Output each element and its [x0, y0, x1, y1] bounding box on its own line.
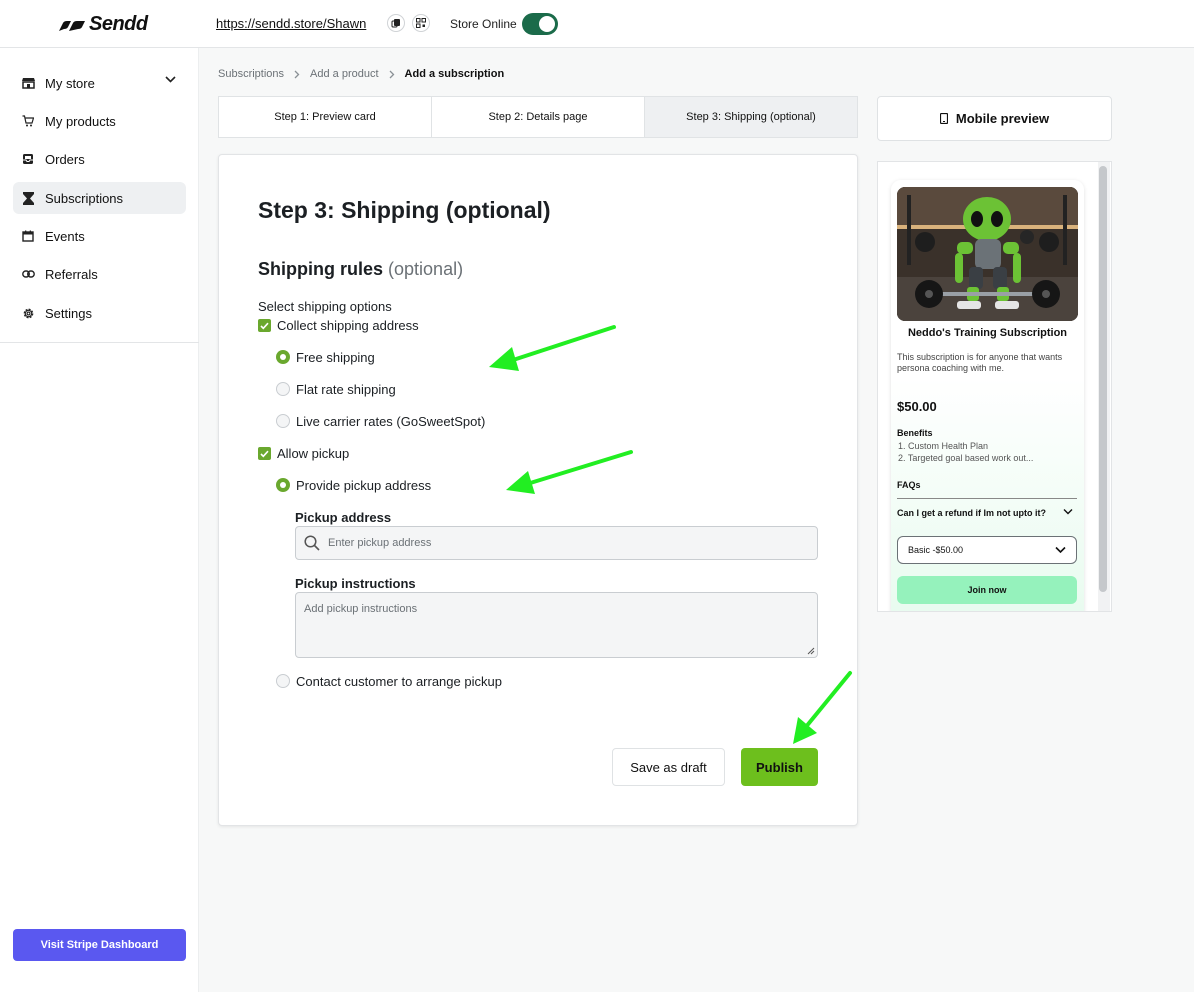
product-image	[897, 187, 1078, 321]
sidebar-item-referrals[interactable]: Referrals	[13, 258, 186, 290]
live-carrier-radio[interactable]	[276, 414, 290, 428]
sendd-logo[interactable]: Sendd	[59, 13, 148, 36]
logo-mark-icon	[59, 20, 85, 31]
store-url-link[interactable]: https://sendd.store/Shawn	[216, 16, 366, 31]
qr-code-icon[interactable]	[412, 14, 430, 32]
calendar-icon	[21, 229, 35, 243]
top-bar: Sendd https://sendd.store/Shawn Store On…	[0, 0, 1194, 48]
resize-grip-icon[interactable]	[807, 647, 815, 655]
sidebar-item-settings[interactable]: Settings	[13, 297, 186, 329]
preview-card-title: Neddo's Training Subscription	[907, 327, 1068, 339]
check-icon	[260, 322, 269, 329]
section-optional-text: (optional)	[388, 259, 464, 279]
faq-divider	[897, 498, 1077, 499]
chevron-down-icon[interactable]	[1063, 508, 1073, 515]
contact-customer-radio[interactable]	[276, 674, 290, 688]
shipping-form-card: Step 3: Shipping (optional) Shipping rul…	[218, 154, 858, 826]
chevron-down-icon	[1055, 546, 1066, 554]
sidebar-item-subscriptions[interactable]: Subscriptions	[13, 182, 186, 214]
chevron-down-icon[interactable]	[165, 76, 176, 83]
provide-pickup-radio[interactable]	[276, 478, 290, 492]
tab-step-2[interactable]: Step 2: Details page	[432, 97, 645, 137]
sidebar-item-label: Settings	[45, 305, 92, 321]
preview-description: This subscription is for anyone that wan…	[897, 352, 1063, 373]
allow-pickup-label[interactable]: Allow pickup	[277, 446, 349, 461]
preview-scrollbar[interactable]	[1098, 162, 1110, 611]
sidebar: My store My products Orders Subscription…	[0, 48, 199, 992]
sidebar-divider	[0, 342, 199, 343]
scrollbar-thumb[interactable]	[1099, 166, 1107, 592]
pickup-address-label: Pickup address	[295, 510, 392, 525]
pickup-instructions-label: Pickup instructions	[295, 576, 416, 591]
flat-rate-label[interactable]: Flat rate shipping	[296, 382, 396, 397]
sidebar-item-label: My products	[45, 113, 116, 129]
page-title: Step 3: Shipping (optional)	[258, 197, 551, 223]
pickup-instructions-textarea[interactable]: Add pickup instructions	[295, 592, 818, 658]
plan-select-value: Basic -$50.00	[908, 545, 964, 555]
mobile-preview-button[interactable]: Mobile preview	[877, 96, 1112, 141]
allow-pickup-checkbox[interactable]	[258, 447, 271, 460]
benefit-item: 1. Custom Health Plan	[898, 441, 989, 451]
collect-shipping-label[interactable]: Collect shipping address	[277, 318, 419, 333]
store-online-toggle[interactable]	[522, 13, 558, 35]
hourglass-icon	[21, 191, 35, 205]
section-title-text: Shipping rules	[258, 259, 384, 279]
free-shipping-radio[interactable]	[276, 350, 290, 364]
breadcrumb: Subscriptions Add a product Add a subscr…	[218, 68, 504, 80]
sidebar-item-my-store[interactable]: My store	[13, 67, 186, 99]
preview-card: Neddo's Training Subscription This subsc…	[891, 180, 1084, 611]
sidebar-item-label: Events	[45, 228, 85, 244]
search-icon	[304, 535, 320, 551]
sidebar-item-label: My store	[45, 75, 95, 91]
step-tabs: Step 1: Preview card Step 2: Details pag…	[218, 96, 858, 138]
check-icon	[260, 450, 269, 457]
sidebar-item-label: Referrals	[45, 266, 98, 282]
inbox-icon	[21, 152, 35, 166]
plan-select[interactable]: Basic -$50.00	[897, 536, 1077, 564]
sidebar-item-label: Subscriptions	[45, 190, 124, 206]
sidebar-item-my-products[interactable]: My products	[13, 105, 186, 137]
sidebar-item-events[interactable]: Events	[13, 220, 186, 252]
cart-icon	[21, 114, 35, 128]
free-shipping-label[interactable]: Free shipping	[296, 350, 375, 365]
provide-pickup-label[interactable]: Provide pickup address	[296, 478, 431, 493]
chevron-right-icon	[294, 70, 300, 78]
gear-icon	[21, 306, 35, 320]
contact-customer-label[interactable]: Contact customer to arrange pickup	[296, 674, 502, 689]
mobile-preview-panel: Neddo's Training Subscription This subsc…	[877, 161, 1112, 612]
visit-stripe-dashboard-button[interactable]: Visit Stripe Dashboard	[13, 929, 186, 961]
mobile-phone-icon	[939, 113, 948, 124]
section-title: Shipping rules (optional)	[258, 259, 463, 280]
store-online-label: Store Online	[450, 17, 517, 31]
breadcrumb-item-current: Add a subscription	[404, 68, 505, 80]
select-shipping-label: Select shipping options	[258, 299, 392, 314]
copy-icon[interactable]	[387, 14, 405, 32]
tab-step-3[interactable]: Step 3: Shipping (optional)	[645, 97, 857, 137]
chevron-right-icon	[389, 70, 394, 78]
brand-name: Sendd	[89, 13, 148, 35]
publish-button[interactable]: Publish	[741, 748, 818, 786]
sidebar-item-orders[interactable]: Orders	[13, 143, 186, 175]
save-draft-button[interactable]: Save as draft	[612, 748, 725, 786]
faq-question[interactable]: Can I get a refund if Im not upto it?	[897, 508, 1046, 518]
join-now-button[interactable]: Join now	[897, 576, 1077, 604]
collect-shipping-checkbox[interactable]	[258, 319, 271, 332]
link-icon	[21, 267, 35, 281]
breadcrumb-item-subscriptions[interactable]: Subscriptions	[218, 68, 284, 80]
pickup-instructions-placeholder: Add pickup instructions	[304, 603, 418, 615]
store-icon	[21, 76, 35, 90]
pickup-address-placeholder: Enter pickup address	[328, 537, 432, 549]
faqs-title: FAQs	[897, 480, 921, 490]
benefit-item: 2. Targeted goal based work out...	[898, 453, 1034, 463]
mobile-preview-label: Mobile preview	[955, 111, 1050, 126]
benefits-title: Benefits	[897, 428, 933, 438]
pickup-address-input[interactable]: Enter pickup address	[295, 526, 818, 560]
tab-step-1[interactable]: Step 1: Preview card	[219, 97, 432, 137]
flat-rate-radio[interactable]	[276, 382, 290, 396]
breadcrumb-item-add-product[interactable]: Add a product	[310, 68, 379, 80]
preview-price: $50.00	[897, 399, 937, 414]
sidebar-item-label: Orders	[45, 151, 85, 167]
live-carrier-label[interactable]: Live carrier rates (GoSweetSpot)	[296, 414, 485, 429]
